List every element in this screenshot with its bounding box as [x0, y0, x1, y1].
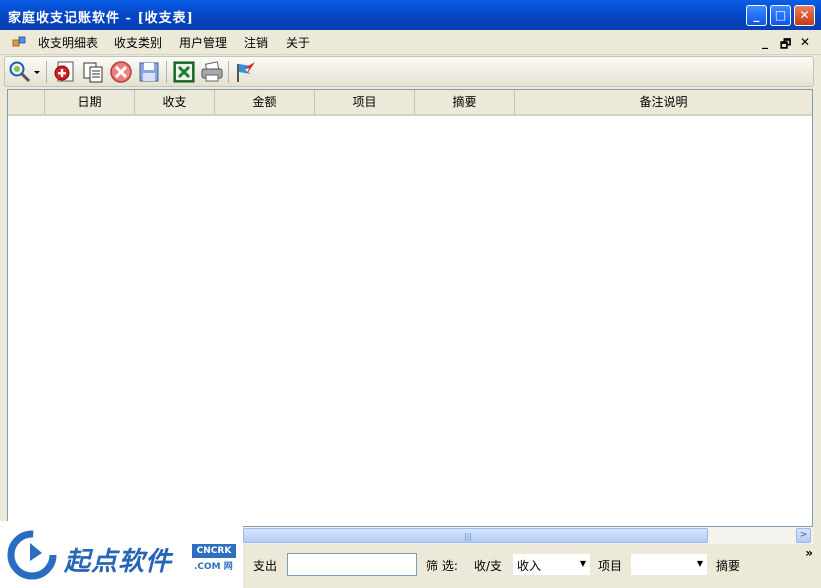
column-item[interactable]: 项目: [315, 90, 415, 114]
filter-label: 筛 选:: [426, 559, 458, 573]
column-amount[interactable]: 金额: [215, 90, 315, 114]
watermark-domain: .COM 网: [194, 562, 233, 572]
watermark-text: 起点软件: [64, 547, 173, 577]
column-remarks[interactable]: 备注说明: [515, 90, 812, 114]
mdi-child-icon[interactable]: [12, 35, 26, 49]
menu-about[interactable]: 关于: [286, 34, 310, 51]
chevron-down-icon[interactable]: [32, 60, 42, 84]
title-bar[interactable]: 家庭收支记账软件 - [收支表] _ □ ✕: [0, 0, 821, 30]
minimize-button[interactable]: _: [746, 5, 767, 26]
expense-label: 支出: [253, 559, 278, 573]
column-summary[interactable]: 摘要: [415, 90, 515, 114]
menu-categories[interactable]: 收支类别: [114, 34, 162, 51]
exit-flag-icon[interactable]: [233, 60, 257, 84]
menu-logout[interactable]: 注销: [244, 34, 268, 51]
mdi-close-button[interactable]: ✕: [800, 35, 810, 49]
chevron-down-icon: ▼: [696, 559, 703, 568]
maximize-button[interactable]: □: [770, 5, 791, 26]
delete-icon[interactable]: [109, 60, 133, 84]
type-select[interactable]: 收入 ▼: [513, 554, 590, 575]
menu-bar: 收支明细表 收支类别 用户管理 注销 关于: [0, 30, 821, 55]
watermark-badge: CNCRK: [192, 544, 236, 558]
excel-export-icon[interactable]: [172, 60, 196, 84]
column-date[interactable]: 日期: [45, 90, 135, 114]
row-header-column[interactable]: [8, 90, 45, 114]
watermark-logo: 起点软件 CNCRK .COM 网: [0, 521, 243, 588]
menu-detail-table[interactable]: 收支明细表: [38, 34, 98, 51]
close-button[interactable]: ✕: [794, 5, 815, 26]
search-icon[interactable]: [8, 60, 32, 84]
toolbar-separator: [166, 61, 167, 83]
type-label: 收/支: [474, 559, 503, 573]
grid-header: 日期 收支 金额 项目 摘要 备注说明: [8, 90, 812, 116]
print-icon[interactable]: [200, 60, 224, 84]
expense-input[interactable]: [287, 553, 417, 576]
more-chevron-icon[interactable]: »: [805, 546, 813, 560]
column-income-expense[interactable]: 收支: [135, 90, 215, 114]
scroll-right-button[interactable]: >: [796, 528, 811, 543]
toolbar-separator: [46, 61, 47, 83]
toolbar-separator: [228, 61, 229, 83]
item-label: 项目: [598, 559, 623, 573]
save-icon[interactable]: [137, 60, 161, 84]
add-record-icon[interactable]: [53, 60, 77, 84]
scrollbar-thumb[interactable]: |||: [243, 528, 708, 543]
type-select-value: 收入: [517, 559, 542, 573]
mdi-minimize-button[interactable]: _: [762, 35, 768, 49]
chevron-down-icon: ▼: [579, 559, 586, 568]
copy-icon[interactable]: [81, 60, 105, 84]
app-window: 家庭收支记账软件 - [收支表] _ □ ✕ 收支明细表 收支类别 用户管理 注…: [0, 0, 821, 588]
toolbar: [4, 56, 814, 87]
watermark-swirl-icon: [7, 530, 57, 580]
summary-label: 摘要: [716, 559, 741, 573]
item-select[interactable]: ▼: [631, 554, 707, 575]
menu-user-management[interactable]: 用户管理: [179, 34, 227, 51]
records-grid[interactable]: 日期 收支 金额 项目 摘要 备注说明: [7, 89, 813, 527]
window-title: 家庭收支记账软件 - [收支表]: [8, 11, 194, 26]
horizontal-scrollbar[interactable]: ||| >: [243, 527, 813, 544]
mdi-restore-button[interactable]: 🗗: [780, 35, 791, 56]
